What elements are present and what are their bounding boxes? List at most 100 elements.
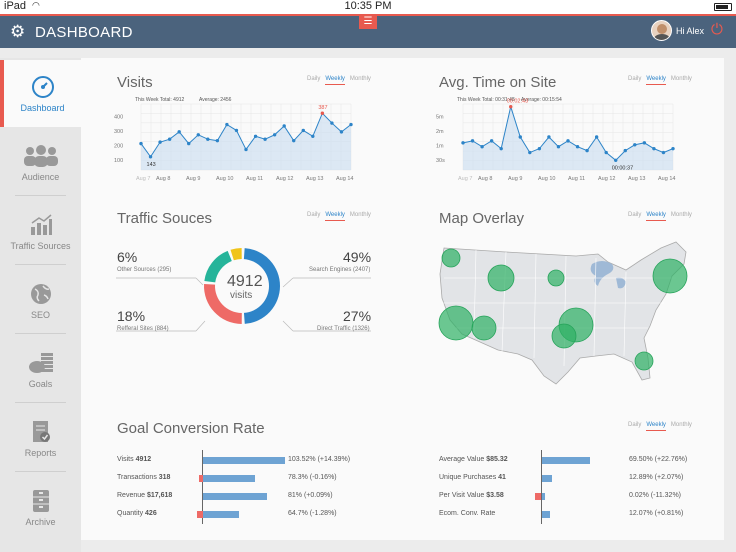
menu-icon[interactable]: ☰: [359, 16, 377, 29]
divider: [15, 333, 66, 334]
tab-monthly[interactable]: Monthly: [350, 212, 371, 218]
data-point: [187, 141, 191, 146]
visits-tabs: Daily Weekly Monthly: [307, 76, 376, 85]
tab-weekly[interactable]: Weekly: [325, 76, 345, 85]
gear-icon[interactable]: ⚙: [10, 22, 25, 42]
metric-pct: 0.02% (-11.32%): [629, 492, 682, 499]
traffic-total: 4912: [227, 273, 263, 290]
tab-daily[interactable]: Daily: [307, 76, 320, 82]
tab-weekly[interactable]: Weekly: [646, 76, 666, 85]
referral-sites-pct: 18%: [117, 308, 146, 324]
data-point: [177, 130, 181, 134]
metric-pct: 81% (+0.09%): [288, 492, 333, 499]
metric-bar: [203, 493, 267, 500]
tab-monthly[interactable]: Monthly: [671, 76, 692, 82]
people-icon: [23, 145, 58, 167]
battery-icon: [714, 3, 732, 11]
sidebar-item-label: Goals: [28, 379, 53, 389]
data-point: [633, 143, 637, 147]
tab-daily[interactable]: Daily: [628, 76, 641, 82]
goals-tabs: Daily Weekly Monthly: [628, 422, 697, 431]
table-row: Ecom. Conv. Rate 12.07% (+0.81%): [439, 510, 683, 520]
sidebar-item-label: Traffic Sources: [10, 241, 71, 251]
tab-daily[interactable]: Daily: [628, 422, 641, 428]
sidebar-item-goals[interactable]: Goals: [0, 336, 81, 403]
data-point: [480, 145, 484, 149]
data-point: [234, 128, 239, 133]
power-icon[interactable]: ⏻: [711, 21, 723, 38]
map-bubble: [634, 351, 654, 371]
y-tick-label: 5m: [436, 115, 444, 121]
table-row: Revenue $17,618 81% (+0.09%): [117, 492, 333, 502]
tab-monthly[interactable]: Monthly: [671, 422, 692, 428]
metric-bar: [203, 511, 239, 518]
user-greeting[interactable]: Hi Alex: [676, 26, 704, 36]
x-tick-label: Aug 13: [628, 176, 645, 182]
x-tick-label: Aug 9: [186, 176, 200, 182]
y-tick-label: 200: [114, 144, 123, 150]
y-tick-label: 300: [114, 129, 123, 135]
data-point: [330, 121, 334, 125]
table-row: Quantity 426 64.7% (-1.28%): [117, 510, 337, 520]
metric-value: $3.58: [486, 492, 504, 499]
search-engines-label: Search Engines (2407): [309, 267, 371, 273]
goals-left-table: Visits 4912 103.52% (+14.39%) Transaction…: [117, 450, 375, 526]
referral-sites-label: Refferal Sites (884): [117, 326, 169, 332]
data-point: [509, 105, 513, 109]
tab-weekly[interactable]: Weekly: [646, 212, 666, 221]
app-header: ⚙ DASHBOARD ☰ Hi Alex ⏻: [0, 14, 736, 48]
data-point: [339, 130, 344, 134]
metric-name: Revenue: [117, 492, 146, 499]
metric-bar: [542, 511, 550, 518]
map-tabs: Daily Weekly Monthly: [628, 212, 697, 221]
x-tick-label: Aug 11: [246, 176, 263, 182]
tab-daily[interactable]: Daily: [307, 212, 320, 218]
speedometer-icon: [31, 76, 54, 98]
tab-daily[interactable]: Daily: [628, 212, 641, 218]
data-point: [623, 148, 627, 153]
tab-weekly[interactable]: Weekly: [646, 422, 666, 431]
metric-name: Visits: [117, 456, 134, 463]
avatar[interactable]: [651, 20, 672, 41]
metric-pct: 103.52% (+14.39%): [288, 456, 351, 463]
sidebar-item-audience[interactable]: Audience: [0, 129, 81, 196]
y-tick-label: 400: [114, 115, 123, 121]
bar-chart-icon: [30, 214, 52, 235]
usa-map[interactable]: [436, 238, 691, 388]
divider: [15, 402, 66, 403]
sidebar-item-traffic-sources[interactable]: Traffic Sources: [0, 198, 81, 265]
metric-bar: [542, 475, 552, 482]
metric-value: $17,618: [146, 492, 173, 499]
direct-traffic-pct: 27%: [343, 308, 372, 324]
tab-weekly[interactable]: Weekly: [325, 212, 345, 221]
map-bubble: [551, 323, 577, 349]
data-point: [614, 158, 618, 162]
sidebar-item-seo[interactable]: SEO: [0, 267, 81, 334]
goals-title: Goal Conversion Rate: [117, 420, 265, 437]
sidebar-item-label: Archive: [25, 517, 56, 527]
sidebar-item-archive[interactable]: Archive: [0, 474, 81, 541]
sidebar-item-reports[interactable]: Reports: [0, 405, 81, 472]
tab-monthly[interactable]: Monthly: [350, 76, 371, 82]
data-point: [320, 111, 325, 115]
x-tick-label: Aug 8: [156, 176, 170, 182]
data-point: [272, 133, 277, 137]
data-point: [499, 146, 503, 151]
x-tick-label: Aug 9: [508, 176, 522, 182]
metric-name: Average Value: [439, 456, 485, 463]
x-tick-label: Aug 7: [136, 176, 150, 182]
metric-value: 318: [158, 474, 171, 481]
tab-monthly[interactable]: Monthly: [671, 212, 692, 218]
low-label: 00:00:37: [612, 165, 633, 171]
clock: 10:35 PM: [344, 0, 392, 12]
data-point: [349, 122, 353, 127]
week-total-label: This Week Total: 4912: [135, 97, 185, 103]
sidebar-item-dashboard[interactable]: Dashboard: [0, 60, 81, 127]
x-tick-label: Aug 7: [458, 176, 472, 182]
archive-icon: [32, 490, 49, 512]
data-point: [604, 150, 608, 155]
map-bubble: [487, 264, 515, 292]
table-row: Transactions 318 78.3% (-0.16%): [117, 474, 337, 484]
app-title: DASHBOARD: [35, 24, 133, 41]
data-point: [642, 141, 647, 145]
